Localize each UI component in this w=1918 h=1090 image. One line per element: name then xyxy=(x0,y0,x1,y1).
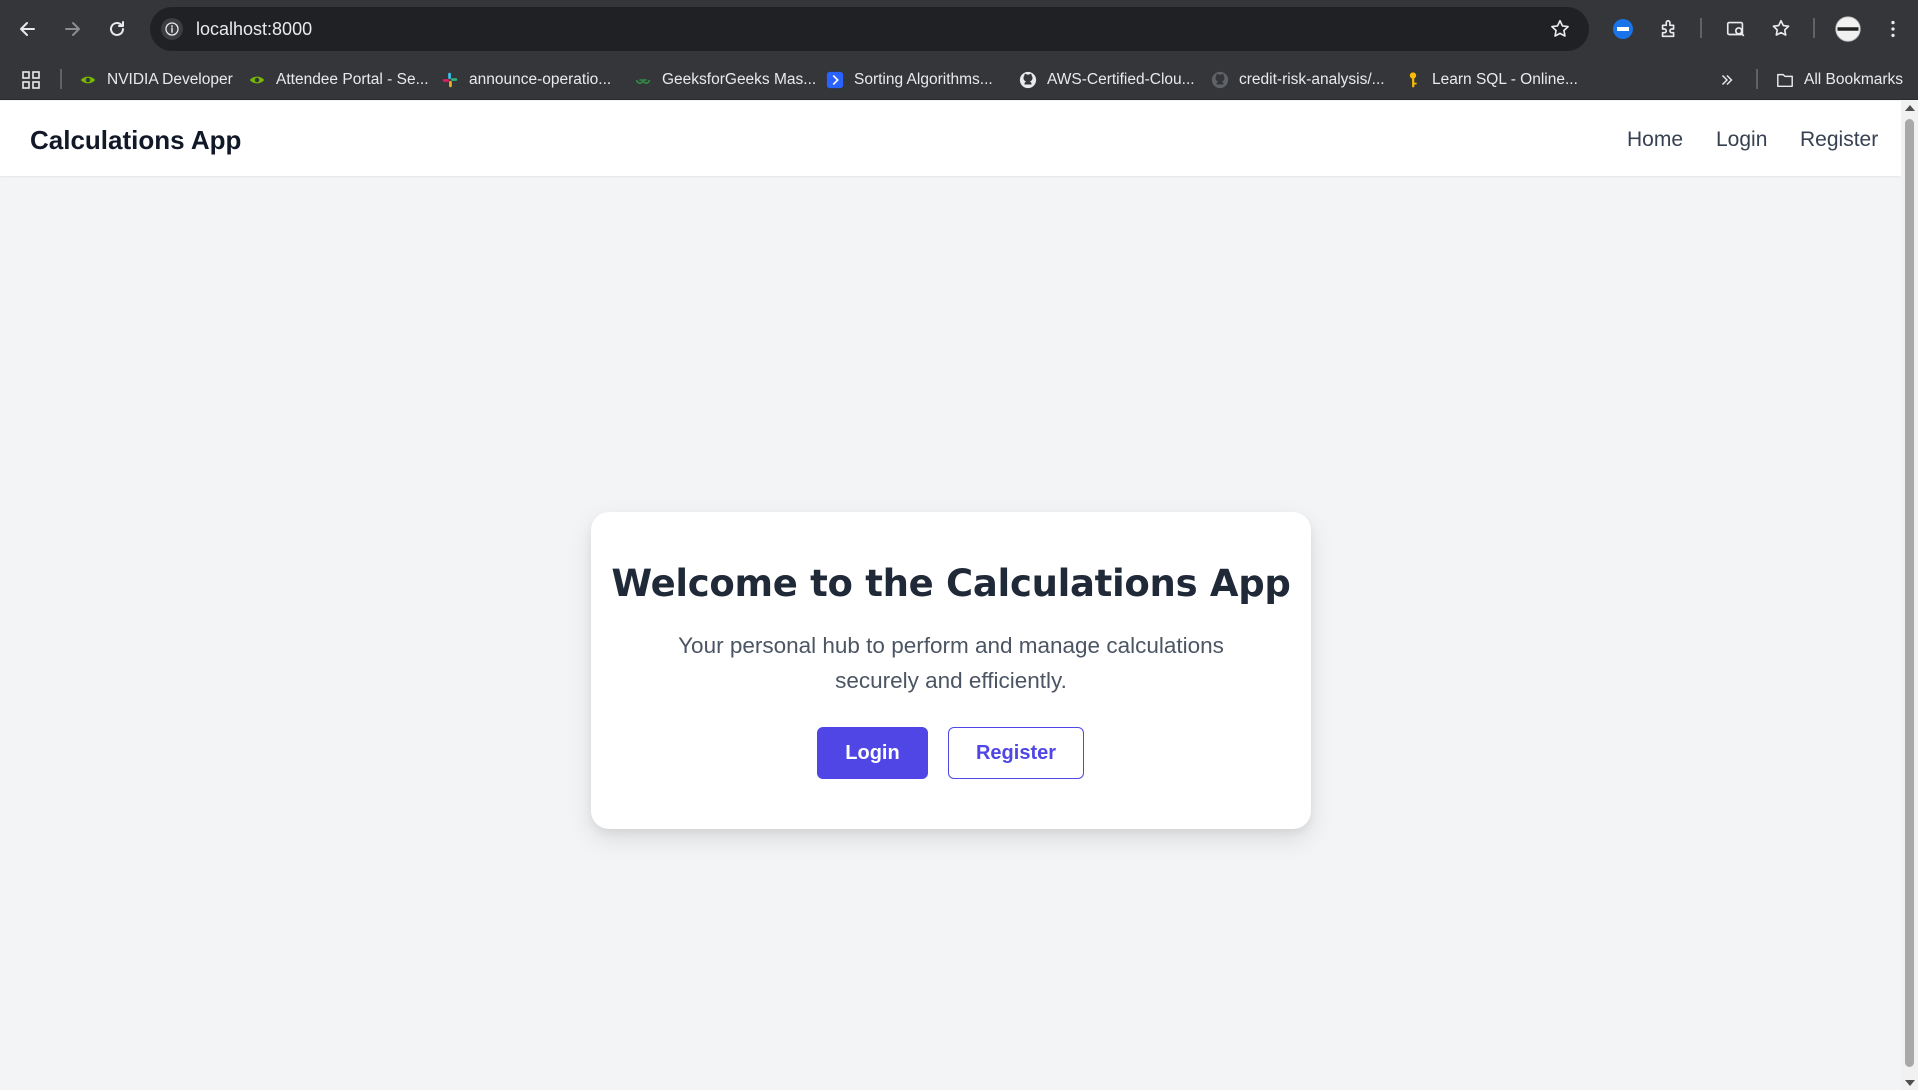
app-brand[interactable]: Calculations App xyxy=(30,125,241,156)
extensions-puzzle-icon[interactable] xyxy=(1655,15,1683,43)
nvidia-icon xyxy=(79,71,97,89)
bookmark-item[interactable]: Sorting Algorithms... xyxy=(826,69,993,91)
bookmark-label: Sorting Algorithms... xyxy=(854,71,993,88)
scroll-down-arrow-icon[interactable] xyxy=(1905,1080,1915,1086)
nav-login-link[interactable]: Login xyxy=(1716,128,1767,152)
extension-sync-icon[interactable] xyxy=(1609,15,1637,43)
scroll-up-arrow-icon[interactable] xyxy=(1905,105,1915,111)
bookmarks-divider xyxy=(1756,69,1758,89)
tab-search-icon[interactable] xyxy=(1722,15,1750,43)
toolbar-divider xyxy=(1700,18,1702,38)
bookmark-item[interactable]: NVIDIA Developer xyxy=(79,69,233,91)
bookmark-label: NVIDIA Developer xyxy=(107,71,233,88)
welcome-card: Welcome to the Calculations App Your per… xyxy=(591,512,1311,829)
url-text[interactable]: localhost:8000 xyxy=(196,19,312,40)
back-button[interactable] xyxy=(13,14,43,44)
bookmarks-divider xyxy=(60,69,62,89)
key-icon xyxy=(1404,71,1422,89)
reload-icon xyxy=(110,21,124,36)
site-info-icon[interactable] xyxy=(161,18,183,40)
gfg-icon xyxy=(634,71,652,89)
folder-icon xyxy=(1776,71,1794,89)
bookmark-blue-icon xyxy=(826,71,844,89)
forward-button[interactable] xyxy=(57,14,87,44)
reading-list-icon[interactable] xyxy=(1767,15,1795,43)
bookmark-item[interactable]: GeeksforGeeks Mas... xyxy=(634,69,816,91)
github-icon xyxy=(1211,71,1229,89)
nvidia-icon xyxy=(248,71,266,89)
forward-arrow-icon xyxy=(65,22,80,36)
nav-register-link[interactable]: Register xyxy=(1800,128,1878,152)
bookmark-label: announce-operatio... xyxy=(469,71,612,88)
more-bookmarks-chevron-icon[interactable] xyxy=(1718,69,1736,91)
apps-grid-icon[interactable] xyxy=(21,69,41,91)
bookmark-label: GeeksforGeeks Mas... xyxy=(662,71,817,88)
bookmark-item[interactable]: AWS-Certified-Clou... xyxy=(1019,69,1195,91)
slack-icon xyxy=(441,71,459,89)
nav-home-link[interactable]: Home xyxy=(1627,128,1683,152)
page-scrollbar[interactable] xyxy=(1901,101,1918,1090)
bookmark-label: Learn SQL - Online... xyxy=(1432,71,1578,88)
bookmark-item[interactable]: announce-operatio... xyxy=(441,69,611,91)
github-icon xyxy=(1019,71,1037,89)
bookmarks-bar: NVIDIA Developer Attendee Portal - Se...… xyxy=(0,58,1918,100)
bookmark-label: AWS-Certified-Clou... xyxy=(1047,71,1195,88)
app-navbar: Calculations App Home Login Register xyxy=(0,101,1901,176)
scrollbar-thumb[interactable] xyxy=(1905,119,1914,1067)
bookmark-star-icon[interactable] xyxy=(1549,18,1571,40)
bookmark-label: Attendee Portal - Se... xyxy=(276,71,429,88)
toolbar-divider xyxy=(1813,18,1815,38)
bookmark-label: credit-risk-analysis/... xyxy=(1239,71,1385,88)
all-bookmarks-label: All Bookmarks xyxy=(1804,71,1904,88)
all-bookmarks-button[interactable]: All Bookmarks xyxy=(1776,69,1903,91)
bookmark-item[interactable]: credit-risk-analysis/... xyxy=(1211,69,1385,91)
welcome-title: Welcome to the Calculations App xyxy=(611,562,1291,605)
reload-button[interactable] xyxy=(102,14,132,44)
login-button[interactable]: Login xyxy=(817,727,928,779)
bookmark-item[interactable]: Learn SQL - Online... xyxy=(1404,69,1578,91)
browser-menu-icon[interactable] xyxy=(1879,15,1907,43)
register-button[interactable]: Register xyxy=(948,727,1084,779)
welcome-subtitle: Your personal hub to perform and manage … xyxy=(678,633,1224,693)
back-arrow-icon xyxy=(20,22,35,36)
bookmark-item[interactable]: Attendee Portal - Se... xyxy=(248,69,429,91)
address-bar[interactable]: localhost:8000 xyxy=(150,7,1589,51)
profile-avatar[interactable] xyxy=(1832,13,1864,45)
browser-toolbar: localhost:8000 xyxy=(0,0,1918,58)
